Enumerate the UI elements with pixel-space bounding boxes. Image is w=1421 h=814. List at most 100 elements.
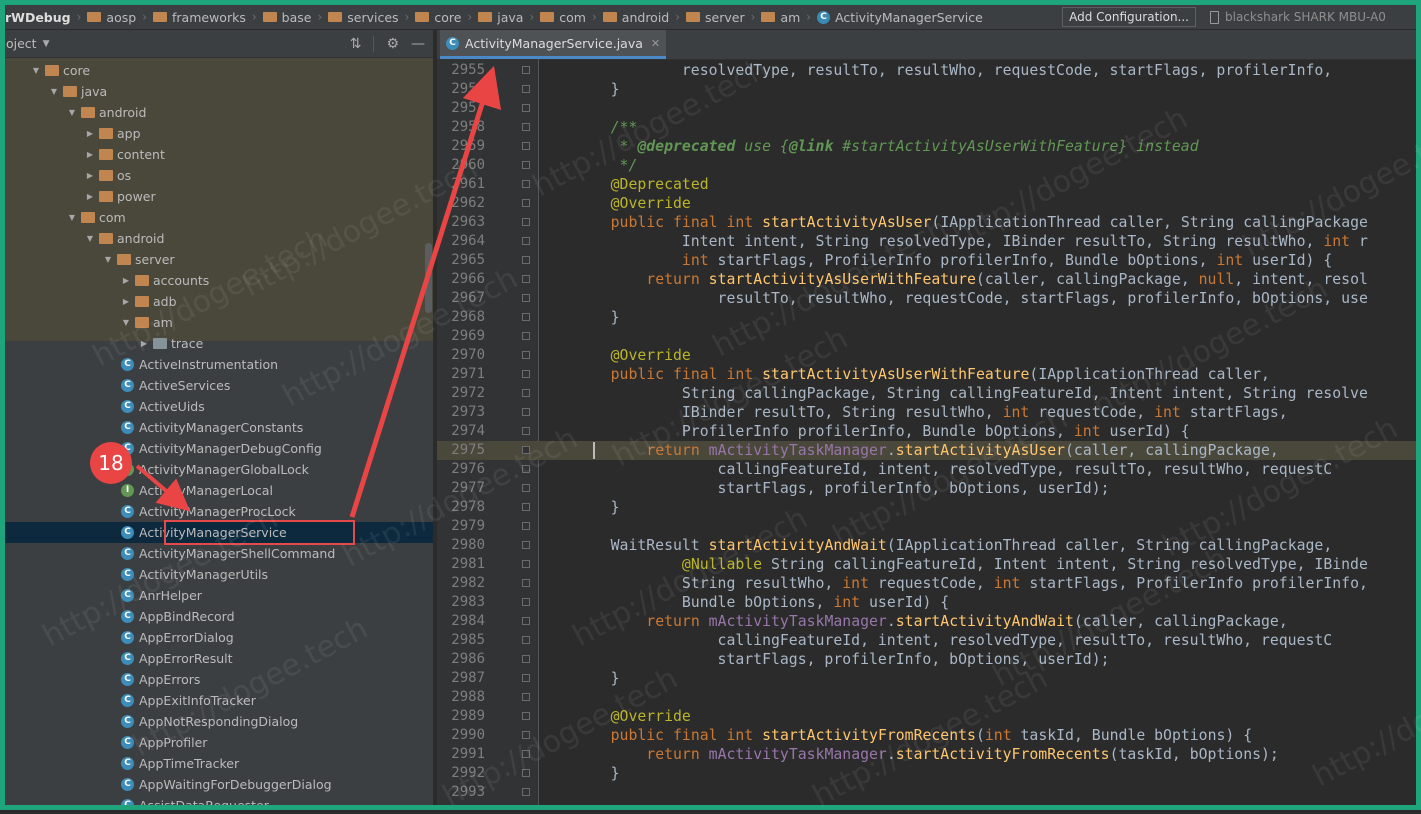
fold-marker-icon[interactable] xyxy=(522,541,530,549)
tree-item[interactable]: C AppProfiler xyxy=(5,732,433,753)
tree-item[interactable]: C AnrHelper xyxy=(5,585,433,606)
hide-panel-icon[interactable]: — xyxy=(411,36,425,52)
code-line[interactable]: 2980 WaitResult startActivityAndWait(IAp… xyxy=(437,536,1416,555)
code-line[interactable]: 2982 String resultWho, int requestCode, … xyxy=(437,574,1416,593)
code-line[interactable]: 2979 xyxy=(437,517,1416,536)
tree-item[interactable]: ▶ adb xyxy=(5,291,433,312)
fold-marker-icon[interactable] xyxy=(522,636,530,644)
chevron-right-icon[interactable]: ▶ xyxy=(139,333,149,354)
tree-item[interactable]: C AppErrorResult xyxy=(5,648,433,669)
breadcrumb-item[interactable]: java xyxy=(475,10,526,25)
tree-item[interactable]: C AssistDataRequester xyxy=(5,795,433,805)
fold-marker-icon[interactable] xyxy=(522,275,530,283)
fold-marker-icon[interactable] xyxy=(522,104,530,112)
breadcrumb-item[interactable]: aosp xyxy=(84,10,139,25)
code-line[interactable]: 2977 startFlags, profilerInfo, bOptions,… xyxy=(437,479,1416,498)
chevron-down-icon[interactable]: ▼ xyxy=(121,312,131,333)
tree-item[interactable]: ▶ power xyxy=(5,186,433,207)
breadcrumb-item[interactable]: android xyxy=(600,10,672,25)
device-selector[interactable]: blackshark SHARK MBU-A0 xyxy=(1210,10,1416,24)
fold-marker-icon[interactable] xyxy=(522,180,530,188)
tree-item[interactable]: ▶ accounts xyxy=(5,270,433,291)
tree-item[interactable]: C ActivityManagerService xyxy=(5,522,433,543)
tree-item[interactable]: C ActiveServices xyxy=(5,375,433,396)
tree-item[interactable]: C AppExitInfoTracker xyxy=(5,690,433,711)
fold-marker-icon[interactable] xyxy=(522,237,530,245)
breadcrumb-item[interactable]: C ActivityManagerService xyxy=(814,10,986,25)
fold-marker-icon[interactable] xyxy=(522,332,530,340)
code-line[interactable]: 2969 xyxy=(437,327,1416,346)
code-line[interactable]: 2972 String callingPackage, String calli… xyxy=(437,384,1416,403)
collapse-all-icon[interactable]: ⇅ xyxy=(350,36,362,52)
code-line[interactable]: 2992 } xyxy=(437,764,1416,783)
fold-marker-icon[interactable] xyxy=(522,788,530,796)
breadcrumb-item[interactable]: core xyxy=(412,10,464,25)
chevron-right-icon[interactable]: ▶ xyxy=(85,123,95,144)
fold-marker-icon[interactable] xyxy=(522,199,530,207)
fold-marker-icon[interactable] xyxy=(522,712,530,720)
code-line[interactable]: 2993 xyxy=(437,783,1416,802)
code-line[interactable]: 2988 xyxy=(437,688,1416,707)
chevron-down-icon[interactable]: ▼ xyxy=(103,249,113,270)
gear-icon[interactable]: ⚙ xyxy=(386,36,399,52)
fold-marker-icon[interactable] xyxy=(522,446,530,454)
fold-marker-icon[interactable] xyxy=(522,693,530,701)
tree-item[interactable]: ▼ android xyxy=(5,228,433,249)
tab-activity-manager-service[interactable]: C ActivityManagerService.java ✕ xyxy=(440,30,667,59)
tree-item[interactable]: IActivityManagerGlobalLock xyxy=(5,459,433,480)
chevron-down-icon[interactable]: ▼ xyxy=(31,60,41,81)
close-icon[interactable]: ✕ xyxy=(651,37,660,50)
fold-marker-icon[interactable] xyxy=(522,579,530,587)
fold-marker-icon[interactable] xyxy=(522,655,530,663)
code-line[interactable]: 2976 callingFeatureId, intent, resolvedT… xyxy=(437,460,1416,479)
code-line[interactable]: 2962 @Override xyxy=(437,194,1416,213)
add-configuration-button[interactable]: Add Configuration... xyxy=(1062,7,1196,27)
chevron-down-icon[interactable]: ▼ xyxy=(67,207,77,228)
code-line[interactable]: 2985 callingFeatureId, intent, resolvedT… xyxy=(437,631,1416,650)
fold-marker-icon[interactable] xyxy=(522,85,530,93)
tree-item[interactable]: ▼ android xyxy=(5,102,433,123)
code-line[interactable]: 2983 Bundle bOptions, int userId) { xyxy=(437,593,1416,612)
fold-marker-icon[interactable] xyxy=(522,503,530,511)
code-line[interactable]: 2973 IBinder resultTo, String resultWho,… xyxy=(437,403,1416,422)
code-line[interactable]: 2966 return startActivityAsUserWithFeatu… xyxy=(437,270,1416,289)
code-line[interactable]: 2959 * @deprecated use {@link #startActi… xyxy=(437,137,1416,156)
code-line[interactable]: 2975 return mActivityTaskManager.startAc… xyxy=(437,441,1416,460)
tree-item[interactable]: C ActivityManagerShellCommand xyxy=(5,543,433,564)
fold-marker-icon[interactable] xyxy=(522,465,530,473)
fold-marker-icon[interactable] xyxy=(522,294,530,302)
code-line[interactable]: 2974 ProfilerInfo profilerInfo, Bundle b… xyxy=(437,422,1416,441)
code-line[interactable]: 2963 public final int startActivityAsUse… xyxy=(437,213,1416,232)
code-line[interactable]: 2987 } xyxy=(437,669,1416,688)
fold-marker-icon[interactable] xyxy=(522,123,530,131)
tree-item[interactable]: C AppErrors xyxy=(5,669,433,690)
code-line[interactable]: 2986 startFlags, profilerInfo, bOptions,… xyxy=(437,650,1416,669)
breadcrumb-item[interactable]: services xyxy=(325,10,401,25)
fold-marker-icon[interactable] xyxy=(522,256,530,264)
tree-item[interactable]: ▼ am xyxy=(5,312,433,333)
code-line[interactable]: 2956 } xyxy=(437,80,1416,99)
code-line[interactable]: 2960 */ xyxy=(437,156,1416,175)
tree-item[interactable]: ▼ server xyxy=(5,249,433,270)
code-line[interactable]: 2955 resolvedType, resultTo, resultWho, … xyxy=(437,61,1416,80)
tree-item[interactable]: C ActiveUids xyxy=(5,396,433,417)
fold-marker-icon[interactable] xyxy=(522,674,530,682)
tree-item[interactable]: C AppWaitingForDebuggerDialog xyxy=(5,774,433,795)
breadcrumb-item[interactable]: frameworks xyxy=(150,10,249,25)
fold-marker-icon[interactable] xyxy=(522,750,530,758)
breadcrumb-item[interactable]: rWDebug xyxy=(5,10,74,25)
tree-item[interactable]: ▼ core xyxy=(5,60,433,81)
fold-marker-icon[interactable] xyxy=(522,161,530,169)
breadcrumb-item[interactable]: base xyxy=(260,10,315,25)
fold-marker-icon[interactable] xyxy=(522,66,530,74)
code-line[interactable]: 2958 /** xyxy=(437,118,1416,137)
code-line[interactable]: 2978 } xyxy=(437,498,1416,517)
code-line[interactable]: 2970 @Override xyxy=(437,346,1416,365)
tree-item[interactable]: C ActivityManagerDebugConfig xyxy=(5,438,433,459)
tree-item[interactable]: C AppNotRespondingDialog xyxy=(5,711,433,732)
tree-item[interactable]: ▼ java xyxy=(5,81,433,102)
tree-item[interactable]: C AppBindRecord xyxy=(5,606,433,627)
tree-item[interactable]: ▶ content xyxy=(5,144,433,165)
code-line[interactable]: 2981 @Nullable String callingFeatureId, … xyxy=(437,555,1416,574)
fold-marker-icon[interactable] xyxy=(522,731,530,739)
